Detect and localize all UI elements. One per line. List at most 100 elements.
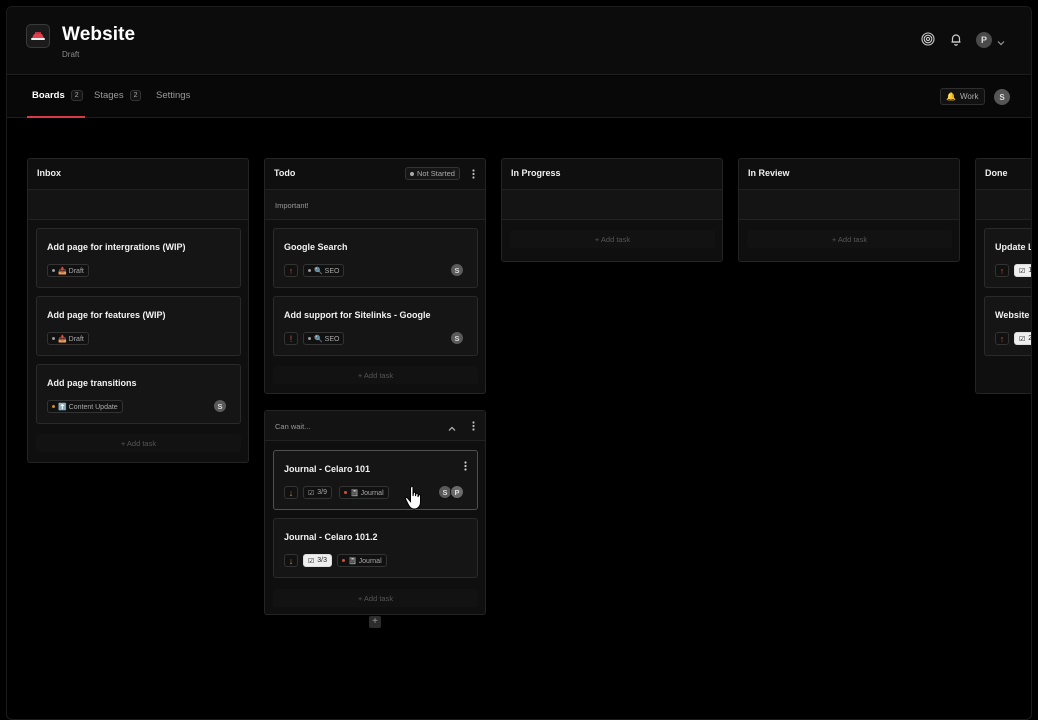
tag-label: 📥 Draft — [58, 335, 84, 343]
tag-label: 📓 Journal — [348, 557, 382, 565]
task-title: Google Search — [284, 242, 348, 252]
tab-boards-label: Boards — [32, 90, 65, 101]
tab-bar: Boards 2 Stages 2 Settings 🔔 Work S — [7, 76, 1031, 118]
bell-emoji-icon: 🔔 — [946, 92, 956, 101]
status-dot-icon — [410, 171, 414, 176]
task-card[interactable]: Add page for intergrations (WIP) 📥 Draft — [36, 228, 241, 288]
add-task-button[interactable]: + Add task — [747, 230, 952, 248]
task-tag[interactable]: 📥 Draft — [47, 264, 89, 277]
column-title: In Progress — [511, 168, 561, 178]
task-card[interactable]: Journal - Celaro 101 ↓ ☑ 3/9 📓 Journal S… — [273, 450, 478, 510]
tab-stages-label: Stages — [94, 90, 124, 101]
assignee-avatar[interactable]: S — [213, 399, 227, 413]
task-card[interactable]: Journal - Celaro 101.2 ↓ ☑ 3/3 📓 Journal — [273, 518, 478, 578]
status-label: Not Started — [417, 169, 455, 178]
tab-settings-label: Settings — [156, 90, 191, 101]
tag-label: 🔍 SEO — [314, 335, 340, 343]
target-icon[interactable] — [920, 31, 936, 47]
task-card[interactable]: Add support for Sitelinks - Google ! 🔍 S… — [273, 296, 478, 356]
tag-label: 📥 Draft — [58, 267, 84, 275]
group-header: Can wait... — [265, 411, 485, 441]
task-title: Add page transitions — [47, 378, 137, 388]
column-todo: Todo Not Started Important! Google Searc… — [264, 158, 486, 394]
group-label: Important! — [275, 201, 309, 210]
checklist-badge-complete[interactable]: ☑ 3/3 — [303, 554, 333, 567]
column-group-band — [739, 190, 959, 220]
add-group-plus-icon[interactable]: + — [369, 616, 381, 628]
card-menu-icon[interactable] — [461, 460, 469, 472]
task-tag[interactable]: 📥 Draft — [47, 332, 89, 345]
bell-icon[interactable] — [948, 31, 964, 47]
status-badge[interactable]: Not Started — [405, 167, 460, 180]
checklist-icon: ☑ — [1019, 335, 1026, 343]
column-inbox: Inbox Add page for intergrations (WIP) 📥… — [27, 158, 249, 463]
tab-boards[interactable]: Boards 2 — [32, 90, 83, 101]
assignee-avatar[interactable]: P — [450, 485, 464, 499]
page-subtitle: Draft — [62, 50, 80, 59]
add-task-button[interactable]: + Add task — [36, 434, 241, 452]
priority-up-icon[interactable]: ↑ — [284, 264, 298, 277]
task-tag[interactable]: ⬆️ Content Update — [47, 400, 123, 413]
column-group-band — [976, 190, 1031, 220]
task-card[interactable]: Google Search ↑ 🔍 SEO S — [273, 228, 478, 288]
checklist-icon: ☑ — [308, 557, 315, 565]
add-task-button[interactable]: + Add task — [510, 230, 715, 248]
tab-stages[interactable]: Stages 2 — [94, 90, 142, 101]
column-title: In Review — [748, 168, 790, 178]
column-menu-icon[interactable] — [469, 168, 477, 180]
priority-up-icon[interactable]: ↑ — [995, 264, 1009, 277]
add-task-button[interactable]: + Add task — [273, 589, 478, 607]
user-avatar[interactable]: P — [976, 32, 992, 48]
task-tag[interactable]: 🔍 SEO — [303, 264, 345, 277]
checklist-icon: ☑ — [308, 489, 315, 497]
checklist-badge-complete[interactable]: ☑ 1 — [1014, 264, 1032, 277]
task-tag[interactable]: 📓 Journal — [339, 486, 389, 499]
priority-up-icon[interactable]: ↑ — [995, 332, 1009, 345]
column-done: Done Update L ↑ ☑ 1 Website ↑ ☑ 2 — [975, 158, 1032, 394]
checklist-badge[interactable]: ☑ 3/9 — [303, 486, 333, 499]
member-avatar[interactable]: S — [994, 89, 1010, 105]
group-can-wait: Can wait... Journal - Celaro 101 ↓ ☑ 3/9… — [264, 410, 486, 615]
tag-label: 🔍 SEO — [314, 267, 340, 275]
project-header: Website Draft P — [7, 7, 1031, 75]
tag-label: ⬆️ Content Update — [58, 403, 118, 411]
task-tag[interactable]: 🔍 SEO — [303, 332, 345, 345]
priority-urgent-icon[interactable]: ! — [284, 332, 298, 345]
column-group-band — [502, 190, 722, 220]
task-tag[interactable]: 📓 Journal — [337, 554, 387, 567]
task-title: Add page for intergrations (WIP) — [47, 242, 186, 252]
work-filter-button[interactable]: 🔔 Work — [940, 88, 985, 105]
assignee-avatar[interactable]: S — [450, 331, 464, 345]
chevron-up-icon[interactable] — [447, 421, 457, 431]
priority-down-icon[interactable]: ↓ — [284, 554, 298, 567]
column-in-progress: In Progress + Add task — [501, 158, 723, 262]
task-card[interactable]: Add page for features (WIP) 📥 Draft — [36, 296, 241, 356]
page-title: Website — [62, 24, 136, 45]
group-menu-icon[interactable] — [469, 420, 477, 432]
checklist-count: 3/9 — [317, 489, 328, 496]
column-title: Inbox — [37, 168, 61, 178]
tab-settings[interactable]: Settings — [156, 90, 190, 101]
project-logo-icon[interactable] — [26, 24, 50, 48]
app-window: Website Draft P Boards 2 Stages 2 Settin… — [6, 6, 1032, 720]
chevron-down-icon[interactable] — [996, 35, 1006, 46]
checklist-count: 1 — [1028, 267, 1032, 274]
group-label: Can wait... — [275, 422, 311, 431]
column-in-review: In Review + Add task — [738, 158, 960, 262]
assignee-avatar[interactable]: S — [450, 263, 464, 277]
add-task-button[interactable]: + Add task — [273, 366, 478, 384]
checklist-count: 3/3 — [317, 557, 328, 564]
task-card[interactable]: Add page transitions ⬆️ Content Update S — [36, 364, 241, 424]
task-card[interactable]: Website ↑ ☑ 2 — [984, 296, 1031, 356]
task-title: Journal - Celaro 101 — [284, 464, 371, 474]
tab-stages-count: 2 — [129, 90, 142, 101]
task-title: Journal - Celaro 101.2 — [284, 532, 378, 542]
task-title: Update L — [995, 242, 1032, 252]
priority-down-icon[interactable]: ↓ — [284, 486, 298, 499]
task-card[interactable]: Update L ↑ ☑ 1 — [984, 228, 1032, 288]
tag-label: 📓 Journal — [350, 489, 384, 497]
tab-boards-count: 2 — [70, 90, 83, 101]
checklist-badge-complete[interactable]: ☑ 2 — [1014, 332, 1031, 345]
task-title: Add page for features (WIP) — [47, 310, 166, 320]
task-title: Add support for Sitelinks - Google — [284, 310, 431, 320]
